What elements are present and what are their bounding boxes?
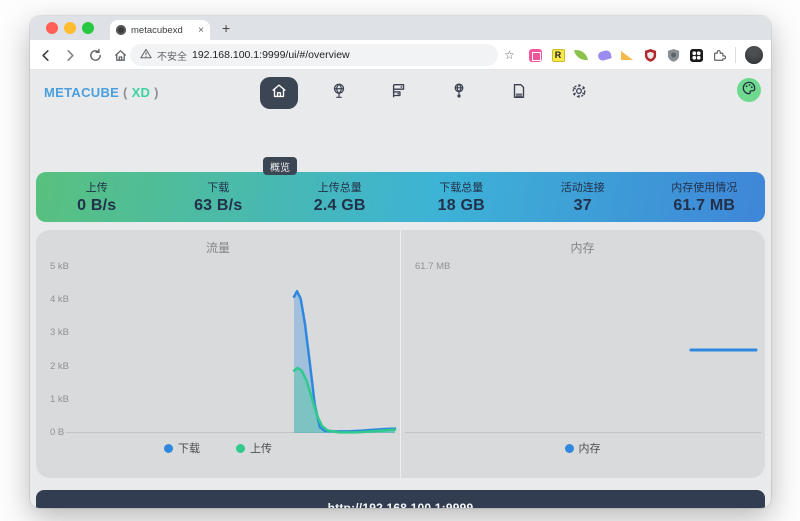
fullscreen-window-button[interactable] xyxy=(82,22,94,34)
legend-dot-icon xyxy=(164,444,173,453)
backend-url-text: http://192.168.100.1:9999 xyxy=(328,501,474,508)
stat-memory-usage: 内存使用情况 61.7 MB xyxy=(644,179,766,215)
memory-chart-title: 内存 xyxy=(401,239,764,256)
globe-proxies-icon xyxy=(330,82,348,105)
bookmark-star-icon[interactable]: ☆ xyxy=(504,47,515,63)
stat-download-total: 下载总量 18 GB xyxy=(401,179,523,215)
memory-plot xyxy=(405,267,761,433)
stat-download: 下载 63 B/s xyxy=(158,179,280,215)
traffic-chart: 流量 5 kB4 kB3 kB2 kB1 kB0 B 下载上传 xyxy=(36,230,400,478)
red-shield-extension-icon[interactable] xyxy=(643,48,657,62)
back-icon[interactable] xyxy=(38,48,53,63)
nav-connections-button[interactable] xyxy=(440,77,478,109)
address-bar[interactable]: 不安全 192.168.100.1:9999/ui/#/overview xyxy=(130,44,498,66)
legend-dot-icon xyxy=(565,444,574,453)
yellow-angle-extension-icon[interactable] xyxy=(620,48,634,62)
minimize-window-button[interactable] xyxy=(64,22,76,34)
reload-icon[interactable] xyxy=(88,48,103,63)
toolbar-divider xyxy=(735,47,736,63)
brand-name: METACUBE xyxy=(44,85,119,100)
nav-rules-button[interactable] xyxy=(380,77,418,109)
brand-accent: XD xyxy=(132,85,151,100)
nav-config-button[interactable] xyxy=(560,77,598,109)
forward-icon[interactable] xyxy=(63,48,78,63)
nav-overview-button[interactable] xyxy=(260,77,298,109)
globe-connections-icon xyxy=(450,82,468,105)
nav-proxies-button[interactable] xyxy=(320,77,358,109)
black-grid-extension-icon[interactable] xyxy=(689,48,703,62)
tab-favicon xyxy=(116,25,126,35)
app-brand: METACUBE ( XD ) xyxy=(44,85,159,100)
close-window-button[interactable] xyxy=(46,22,58,34)
not-secure-warning-icon[interactable] xyxy=(140,46,152,64)
not-secure-label[interactable]: 不安全 xyxy=(157,48,187,63)
traffic-plot xyxy=(65,267,395,433)
memory-chart: 内存 61.7 MB 内存 xyxy=(400,230,764,478)
extensions-row: R ⋮ xyxy=(528,40,771,70)
legend-item[interactable]: 内存 xyxy=(565,440,601,456)
home-icon[interactable] xyxy=(113,48,128,63)
pink-box-extension-icon[interactable] xyxy=(528,48,542,62)
r-yellow-extension-icon[interactable]: R xyxy=(551,48,565,62)
browser-window: metacubexd × + 不安全 192.168.100.1:9999/ui… xyxy=(30,16,771,508)
green-leaf-extension-icon[interactable] xyxy=(574,48,588,62)
purple-blob-extension-icon[interactable] xyxy=(597,48,611,62)
url-text[interactable]: 192.168.100.1:9999/ui/#/overview xyxy=(192,49,350,61)
tab-close-icon[interactable]: × xyxy=(198,25,204,36)
backend-url-bar[interactable]: http://192.168.100.1:9999 xyxy=(36,490,765,508)
palette-icon xyxy=(742,81,756,100)
browser-toolbar: 不安全 192.168.100.1:9999/ui/#/overview ☆ R… xyxy=(30,40,771,70)
stat-upload: 上传 0 B/s xyxy=(36,179,158,215)
charts-card: 流量 5 kB4 kB3 kB2 kB1 kB0 B 下载上传 内存 61.7 … xyxy=(36,230,765,478)
stat-active-connections: 活动连接 37 xyxy=(522,179,644,215)
browser-tab[interactable]: metacubexd × xyxy=(110,20,210,40)
rules-icon xyxy=(390,82,408,105)
new-tab-button[interactable]: + xyxy=(222,20,230,36)
nav-logs-button[interactable] xyxy=(500,77,538,109)
app-nav xyxy=(260,74,598,112)
stats-bar: 上传 0 B/s 下载 63 B/s 上传总量 2.4 GB 下载总量 18 G… xyxy=(36,172,765,222)
tab-title: metacubexd xyxy=(131,25,193,36)
legend-item[interactable]: 上传 xyxy=(236,440,272,456)
profile-avatar[interactable] xyxy=(745,46,763,64)
stat-upload-total: 上传总量 2.4 GB xyxy=(279,179,401,215)
memory-legend: 内存 xyxy=(401,440,764,456)
home-overview-icon xyxy=(270,82,288,105)
traffic-legend: 下载 上传 xyxy=(36,440,400,456)
app-header: METACUBE ( XD ) xyxy=(30,70,771,116)
traffic-chart-title: 流量 xyxy=(36,239,400,256)
settings-gear-icon xyxy=(570,82,588,105)
theme-switcher-button[interactable] xyxy=(737,78,761,102)
gray-shield-extension-icon[interactable] xyxy=(666,48,680,62)
puzzle-extensions-icon[interactable] xyxy=(712,48,726,62)
overview-tooltip: 概览 xyxy=(263,157,297,175)
screenshot-stage: metacubexd × + 不安全 192.168.100.1:9999/ui… xyxy=(0,0,800,521)
legend-dot-icon xyxy=(236,444,245,453)
metacubexd-page: METACUBE ( XD ) xyxy=(30,70,771,508)
legend-item[interactable]: 下载 xyxy=(164,440,200,456)
logs-document-icon xyxy=(510,82,528,105)
tab-strip: metacubexd × + xyxy=(30,16,771,40)
